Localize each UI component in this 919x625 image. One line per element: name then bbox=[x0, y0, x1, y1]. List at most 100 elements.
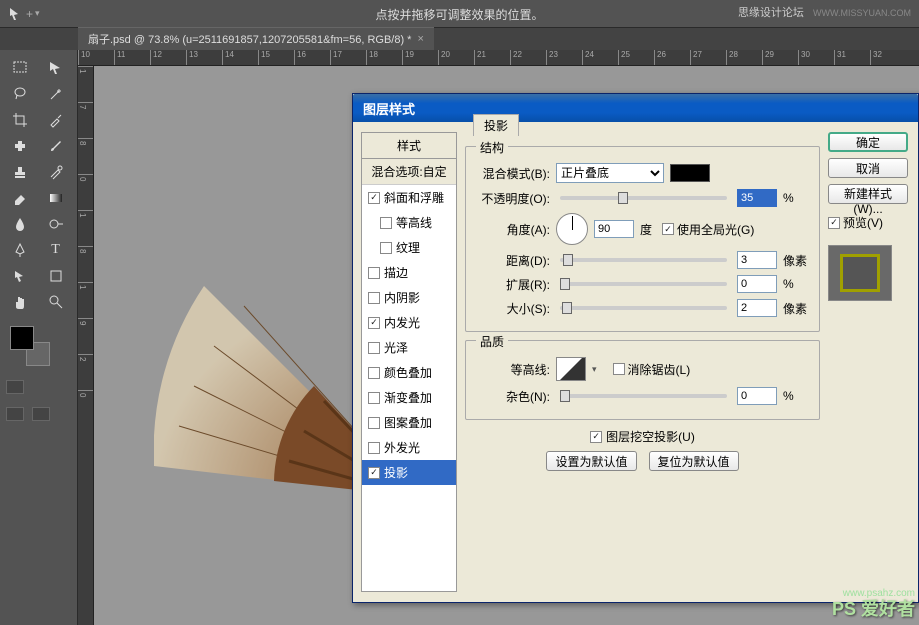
global-light-label: 使用全局光(G) bbox=[677, 221, 754, 238]
zoom-tool[interactable] bbox=[40, 290, 72, 314]
style-label: 斜面和浮雕 bbox=[384, 189, 444, 206]
stamp-tool[interactable] bbox=[4, 160, 36, 184]
heal-tool[interactable] bbox=[4, 134, 36, 158]
ok-button[interactable]: 确定 bbox=[828, 132, 908, 152]
size-label: 大小(S): bbox=[474, 300, 550, 317]
cancel-button[interactable]: 取消 bbox=[828, 158, 908, 178]
brand-name: 思缘设计论坛 bbox=[738, 7, 804, 19]
style-checkbox[interactable] bbox=[368, 342, 380, 354]
style-item-内发光[interactable]: ✓ 内发光 bbox=[362, 310, 456, 335]
brush-tool[interactable] bbox=[40, 134, 72, 158]
color-swatch[interactable] bbox=[10, 326, 50, 366]
noise-input[interactable] bbox=[737, 387, 777, 405]
style-checkbox[interactable]: ✓ bbox=[368, 467, 380, 479]
pen-tool[interactable] bbox=[4, 238, 36, 262]
history-brush-tool[interactable] bbox=[40, 160, 72, 184]
set-default-button[interactable]: 设置为默认值 bbox=[546, 451, 636, 471]
style-label: 颜色叠加 bbox=[384, 364, 432, 381]
type-tool[interactable]: T bbox=[40, 238, 72, 262]
angle-input[interactable] bbox=[594, 220, 634, 238]
dodge-tool[interactable] bbox=[40, 212, 72, 236]
style-item-斜面和浮雕[interactable]: ✓ 斜面和浮雕 bbox=[362, 185, 456, 210]
crop-tool[interactable] bbox=[4, 108, 36, 132]
shape-tool[interactable] bbox=[40, 264, 72, 288]
fg-color[interactable] bbox=[10, 326, 34, 350]
spread-slider[interactable] bbox=[560, 282, 727, 286]
style-label: 纹理 bbox=[396, 239, 420, 256]
style-item-外发光[interactable]: 外发光 bbox=[362, 435, 456, 460]
style-item-颜色叠加[interactable]: 颜色叠加 bbox=[362, 360, 456, 385]
style-checkbox[interactable] bbox=[380, 242, 392, 254]
style-checkbox[interactable] bbox=[368, 267, 380, 279]
style-checkbox[interactable] bbox=[368, 442, 380, 454]
opacity-input[interactable] bbox=[737, 189, 777, 207]
style-checkbox[interactable] bbox=[368, 292, 380, 304]
gradient-tool[interactable] bbox=[40, 186, 72, 210]
lasso-tool[interactable] bbox=[4, 82, 36, 106]
knockout-checkbox[interactable]: ✓ bbox=[590, 431, 602, 443]
blur-tool[interactable] bbox=[4, 212, 36, 236]
style-label: 图案叠加 bbox=[384, 414, 432, 431]
ruler-vertical: 1780181920 bbox=[78, 66, 94, 625]
angle-unit: 度 bbox=[640, 221, 652, 238]
distance-input[interactable] bbox=[737, 251, 777, 269]
reset-default-button[interactable]: 复位为默认值 bbox=[649, 451, 739, 471]
style-checkbox[interactable] bbox=[368, 392, 380, 404]
distance-slider[interactable] bbox=[560, 258, 727, 262]
size-slider[interactable] bbox=[560, 306, 727, 310]
wand-tool[interactable] bbox=[40, 82, 72, 106]
eraser-tool[interactable] bbox=[4, 186, 36, 210]
angle-dial[interactable] bbox=[556, 213, 588, 245]
structure-legend: 结构 bbox=[476, 139, 508, 156]
eyedropper-tool[interactable] bbox=[40, 108, 72, 132]
style-item-描边[interactable]: 描边 bbox=[362, 260, 456, 285]
document-tab[interactable]: 扇子.psd @ 73.8% (u=2511691857,1207205581&… bbox=[78, 27, 434, 50]
contour-picker[interactable] bbox=[556, 357, 586, 381]
rect-select-tool[interactable] bbox=[4, 56, 36, 80]
opacity-unit: % bbox=[783, 191, 811, 205]
hand-tool[interactable] bbox=[4, 290, 36, 314]
quickmask-btn[interactable] bbox=[6, 380, 24, 394]
style-label: 内发光 bbox=[384, 314, 420, 331]
style-item-图案叠加[interactable]: 图案叠加 bbox=[362, 410, 456, 435]
blend-mode-select[interactable]: 正片叠底 bbox=[556, 163, 664, 183]
screenmode-btn[interactable] bbox=[6, 407, 24, 421]
opacity-slider[interactable] bbox=[560, 196, 727, 200]
style-label: 渐变叠加 bbox=[384, 389, 432, 406]
preview-checkbox[interactable]: ✓ bbox=[828, 217, 840, 229]
style-label: 外发光 bbox=[384, 439, 420, 456]
style-item-投影[interactable]: ✓投影 bbox=[362, 460, 456, 485]
spread-input[interactable] bbox=[737, 275, 777, 293]
spread-unit: % bbox=[783, 277, 811, 291]
style-checkbox[interactable] bbox=[368, 367, 380, 379]
blend-options-header[interactable]: 混合选项:自定 bbox=[362, 159, 456, 185]
brand: 思缘设计论坛 WWW.MISSYUAN.COM bbox=[738, 4, 911, 20]
style-checkbox[interactable] bbox=[368, 417, 380, 429]
tab-title: 扇子.psd @ 73.8% (u=2511691857,1207205581&… bbox=[88, 31, 411, 47]
path-select-tool[interactable] bbox=[4, 264, 36, 288]
style-checkbox[interactable] bbox=[380, 217, 392, 229]
antialias-checkbox[interactable] bbox=[613, 363, 625, 375]
size-input[interactable] bbox=[737, 299, 777, 317]
style-item-渐变叠加[interactable]: 渐变叠加 bbox=[362, 385, 456, 410]
style-item-纹理[interactable]: 纹理 bbox=[362, 235, 456, 260]
style-item-等高线[interactable]: 等高线 bbox=[362, 210, 456, 235]
style-label: 描边 bbox=[384, 264, 408, 281]
close-tab-icon[interactable]: × bbox=[417, 33, 423, 45]
style-item-内阴影[interactable]: 内阴影 bbox=[362, 285, 456, 310]
style-item-光泽[interactable]: 光泽 bbox=[362, 335, 456, 360]
spread-label: 扩展(R): bbox=[474, 276, 550, 293]
move-tool[interactable] bbox=[40, 56, 72, 80]
knockout-label: 图层挖空投影(U) bbox=[606, 428, 695, 445]
style-checkbox[interactable]: ✓ bbox=[368, 192, 380, 204]
new-style-button[interactable]: 新建样式(W)... bbox=[828, 184, 908, 204]
preview-label: 预览(V) bbox=[843, 214, 883, 231]
dialog-title[interactable]: 图层样式 bbox=[353, 94, 918, 122]
global-light-checkbox[interactable]: ✓ bbox=[662, 223, 674, 235]
style-checkbox[interactable]: ✓ bbox=[368, 317, 380, 329]
tool-options[interactable]: + ▾ bbox=[8, 6, 40, 22]
styles-header[interactable]: 样式 bbox=[362, 133, 456, 159]
screenmode-btn-2[interactable] bbox=[32, 407, 50, 421]
shadow-color[interactable] bbox=[670, 164, 710, 182]
noise-slider[interactable] bbox=[560, 394, 727, 398]
